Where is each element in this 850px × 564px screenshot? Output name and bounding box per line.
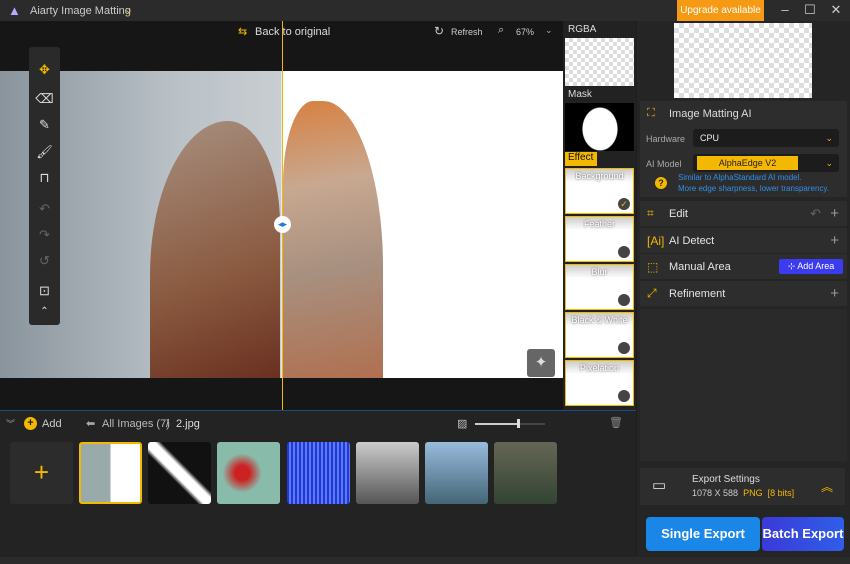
effect-blur[interactable]: Blur bbox=[565, 264, 634, 310]
ai-detect-icon: [Ai] bbox=[647, 233, 665, 248]
image-matting-icon: ⛶ bbox=[647, 107, 655, 119]
manual-area-section[interactable]: ⬚ Manual Area ⊹ Add Area bbox=[640, 254, 847, 279]
refinement-section[interactable]: ⤢ Refinement + bbox=[640, 281, 847, 306]
panel-empty bbox=[640, 309, 847, 461]
close-button[interactable]: ✕ bbox=[825, 2, 847, 19]
roller-tool-icon[interactable]: ⊓ bbox=[35, 170, 54, 189]
effect-label: Effect bbox=[565, 152, 597, 166]
breadcrumb-separator: / bbox=[166, 418, 170, 430]
upgrade-button[interactable]: Upgrade available bbox=[677, 0, 764, 21]
reset-icon[interactable]: ↺ bbox=[35, 253, 54, 272]
matting-title: Image Matting AI bbox=[669, 108, 752, 120]
fit-view-icon[interactable]: ⊡ bbox=[35, 283, 54, 302]
app-logo-icon: ▲ bbox=[8, 3, 21, 18]
image-thumb[interactable] bbox=[148, 442, 211, 504]
add-area-button[interactable]: ⊹ Add Area bbox=[779, 259, 843, 274]
redo-icon[interactable]: ↷ bbox=[35, 227, 54, 246]
right-panel: ⛶ Image Matting AI Hardware CPU ⌄ AI Mode… bbox=[637, 21, 850, 557]
edit-section[interactable]: ⌗ Edit ↶ + bbox=[640, 201, 847, 226]
collapse-gallery-icon[interactable]: ︾ bbox=[6, 417, 15, 430]
single-export-button[interactable]: Single Export bbox=[646, 517, 760, 551]
rgba-label: RGBA bbox=[568, 24, 597, 35]
image-thumb[interactable] bbox=[287, 442, 350, 504]
eraser-tool-icon[interactable]: ⌫ bbox=[35, 91, 54, 110]
export-settings[interactable]: ▭ Export Settings 1078 X 588 PNG [8 bits… bbox=[640, 468, 845, 505]
add-icon[interactable]: + bbox=[24, 417, 37, 430]
tool-palette: ✥ ⌫ ✎ 🖌 ⊓ ↶ ↷ ↺ ⊡ ⌃ bbox=[29, 47, 60, 325]
help-icon[interactable]: ? bbox=[655, 177, 667, 189]
chevron-up-icon: ︽ bbox=[820, 480, 833, 494]
mask-thumb[interactable] bbox=[565, 103, 634, 151]
collapse-icon[interactable]: ⌃ bbox=[35, 306, 54, 325]
model-hint-2: More edge sharpness, lower transparency. bbox=[678, 184, 830, 193]
delete-icon[interactable]: 🗑 bbox=[609, 416, 623, 429]
refresh-button[interactable]: Refresh bbox=[451, 27, 483, 37]
image-thumb[interactable] bbox=[79, 442, 142, 504]
effect-feather[interactable]: Feather bbox=[565, 216, 634, 262]
zoom-level[interactable]: 67% bbox=[516, 27, 534, 37]
effect-pixelation[interactable]: Pixelation bbox=[565, 360, 634, 406]
compare-handle[interactable]: ◂▸ bbox=[274, 216, 291, 233]
back-to-original-button[interactable]: Back to original bbox=[255, 26, 330, 38]
back-arrow-icon[interactable]: ⬅ bbox=[86, 417, 95, 430]
model-select[interactable]: AlphaEdge V2 ⌄ bbox=[693, 154, 839, 172]
thumbnail-size-slider[interactable] bbox=[475, 419, 545, 428]
refresh-icon[interactable]: ↻ bbox=[434, 24, 444, 38]
image-thumb[interactable] bbox=[425, 442, 488, 504]
gallery: ︾ + Add ⬅ All Images (7) / 2.jpg ▨ 🗑 + bbox=[0, 410, 636, 557]
view-strip: RGBA Mask Effect Background ✓ Feather Blu… bbox=[563, 21, 636, 410]
manual-area-icon: ⬚ bbox=[647, 259, 659, 274]
export-settings-icon: ▭ bbox=[652, 477, 667, 494]
hardware-select[interactable]: CPU ⌄ bbox=[693, 129, 839, 147]
pen-tool-icon[interactable]: ✎ bbox=[35, 117, 54, 136]
thumbnail-size-icon: ▨ bbox=[457, 418, 468, 430]
batch-export-button[interactable]: Batch Export bbox=[762, 517, 844, 551]
minimize-button[interactable]: – bbox=[774, 2, 796, 19]
plus-icon: + bbox=[830, 205, 839, 222]
status-bar bbox=[0, 557, 850, 564]
add-image-tile[interactable]: + bbox=[10, 442, 73, 504]
rgba-thumb[interactable] bbox=[565, 38, 634, 86]
add-button[interactable]: Add bbox=[42, 418, 62, 430]
image-thumb[interactable] bbox=[494, 442, 557, 504]
model-hint: Similar to AlphaStandard AI model. bbox=[678, 173, 802, 182]
effect-black-white[interactable]: Black & White bbox=[565, 312, 634, 358]
all-images-link[interactable]: All Images (7) bbox=[102, 418, 170, 430]
ai-detect-section[interactable]: [Ai] AI Detect + bbox=[640, 228, 847, 253]
app-title: Aiarty Image Matting bbox=[30, 5, 131, 17]
brush-tool-icon[interactable]: 🖌 bbox=[35, 144, 54, 163]
undo-icon: ↶ bbox=[810, 205, 821, 221]
plus-icon: + bbox=[830, 285, 839, 302]
matting-section: ⛶ Image Matting AI Hardware CPU ⌄ AI Mode… bbox=[640, 101, 847, 197]
zoom-icon: ⌕ bbox=[498, 24, 505, 36]
mask-label: Mask bbox=[568, 89, 592, 100]
undo-icon[interactable]: ↶ bbox=[35, 201, 54, 220]
hardware-label: Hardware bbox=[646, 134, 686, 144]
result-preview bbox=[674, 23, 812, 98]
zoom-chevron-icon[interactable]: ⌄ bbox=[545, 25, 553, 36]
check-icon: ✓ bbox=[618, 198, 630, 210]
plus-icon: + bbox=[830, 232, 839, 249]
edit-icon: ⌗ bbox=[647, 206, 654, 220]
maximize-button[interactable]: ☐ bbox=[799, 2, 821, 19]
move-tool-icon[interactable]: ✥ bbox=[35, 62, 54, 81]
swap-icon: ⇆ bbox=[238, 26, 248, 38]
image-thumb[interactable] bbox=[356, 442, 419, 504]
current-file: 2.jpg bbox=[176, 418, 200, 430]
chevron-down-icon[interactable]: ⌄ bbox=[124, 3, 133, 16]
image-thumb[interactable] bbox=[217, 442, 280, 504]
ai-enhance-button[interactable]: ✦ bbox=[527, 349, 555, 377]
effect-background[interactable]: Background ✓ bbox=[565, 168, 634, 214]
refinement-icon: ⤢ bbox=[647, 286, 657, 300]
model-label: AI Model bbox=[646, 159, 682, 169]
